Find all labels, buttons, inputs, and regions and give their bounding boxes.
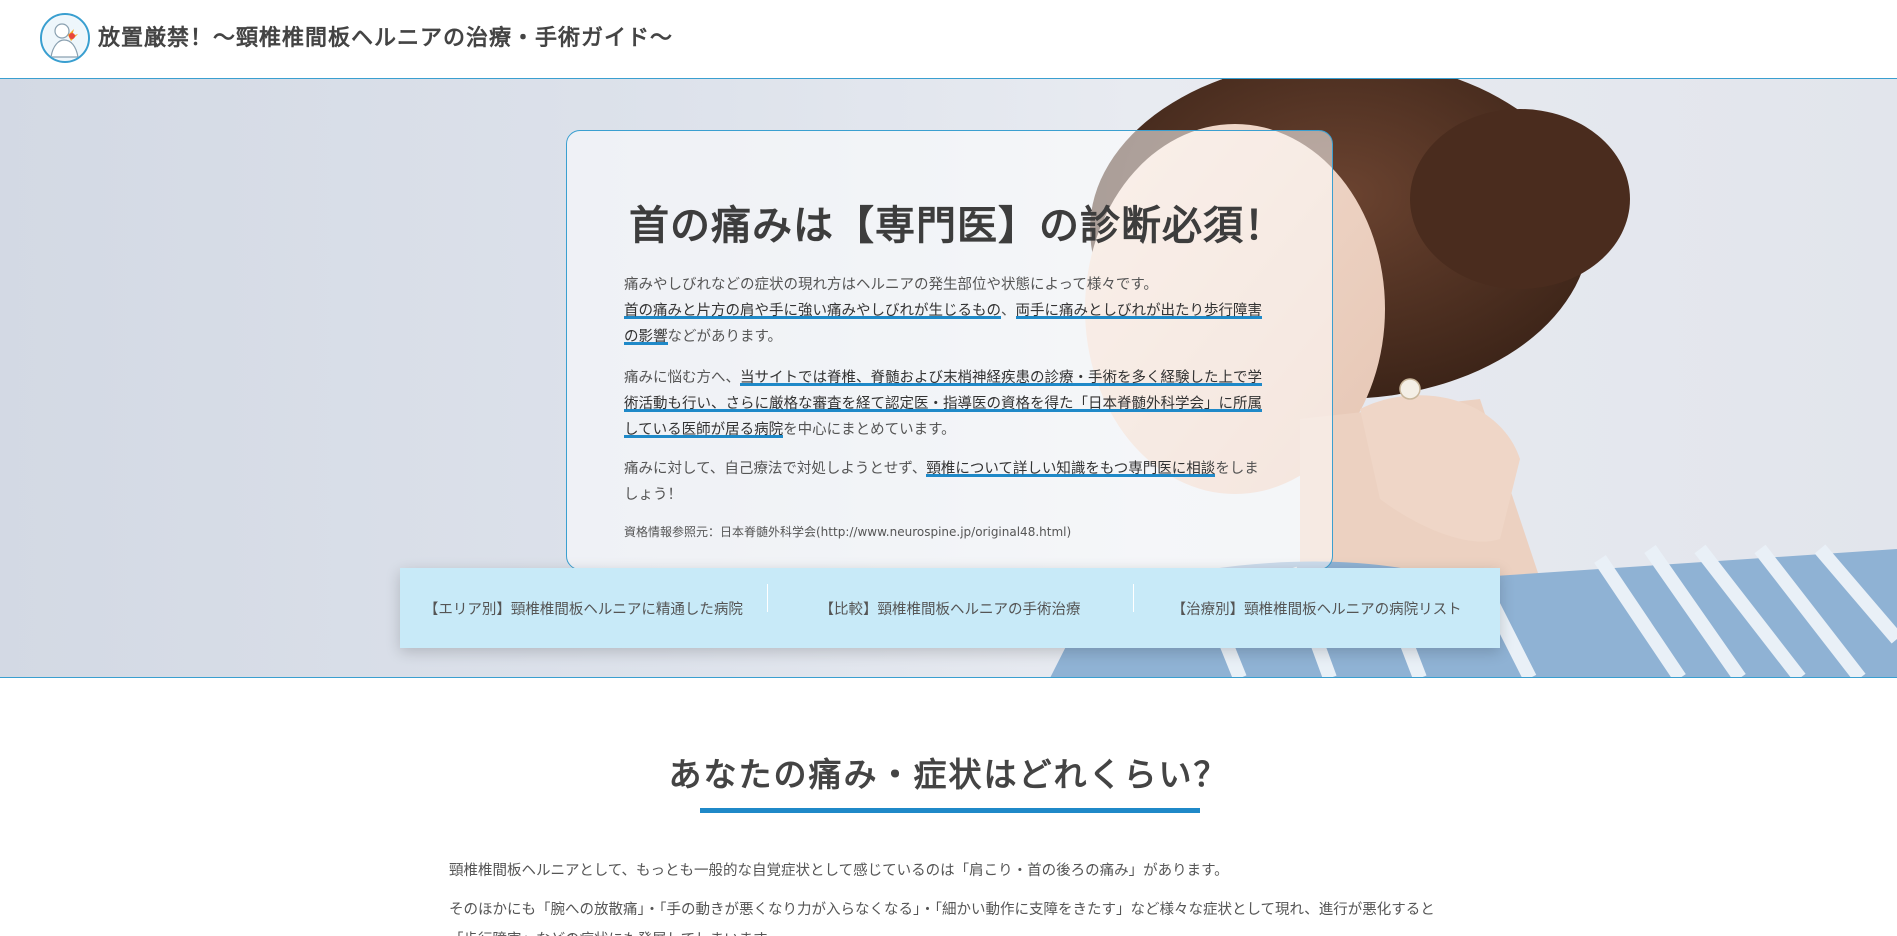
neck-pain-logo-icon[interactable] bbox=[40, 13, 90, 63]
section-paragraph-2: そのほかにも「腕への放散痛」・「手の動きが悪くなり力が入らなくなる」・「細かい動… bbox=[449, 902, 1435, 936]
hero-p1-highlight-1: 首の痛みと片方の肩や手に強い痛みやしびれが生じるもの bbox=[624, 303, 1001, 319]
hero-paragraph-site-policy: 痛みに悩む方へ、当サイトでは脊椎、脊髄および末梢神経疾患の診療・手術を多く経験し… bbox=[624, 365, 1272, 443]
hero-paragraph-symptoms: 痛みやしびれなどの症状の現れ方はヘルニアの発生部位や状態によって様々です。 首の… bbox=[624, 272, 1272, 350]
hero-section: 首の痛みは【専門医】の診断必須！ 痛みやしびれなどの症状の現れ方はヘルニアの発生… bbox=[0, 79, 1897, 678]
site-title[interactable]: 放置厳禁！〜頸椎椎間板ヘルニアの治療・手術ガイド〜 bbox=[98, 20, 673, 52]
section-title-underline bbox=[700, 808, 1200, 813]
hero-intro-card: 首の痛みは【専門医】の診断必須！ 痛みやしびれなどの症状の現れ方はヘルニアの発生… bbox=[566, 130, 1333, 570]
qualification-source-note: 資格情報参照元：日本脊髄外科学会(http://www.neurospine.j… bbox=[624, 525, 1072, 539]
site-header: 放置厳禁！〜頸椎椎間板ヘルニアの治療・手術ガイド〜 bbox=[0, 0, 1897, 79]
hero-p3-text: 痛みに対して、自己療法で対処しようとせず、 bbox=[624, 461, 927, 477]
hero-p1-comma: 、 bbox=[1001, 303, 1016, 319]
nav-link-treatment[interactable]: 【治療別】頸椎椎間板ヘルニアの病院リスト bbox=[1133, 583, 1500, 619]
nav-link-comparison[interactable]: 【比較】頸椎椎間板ヘルニアの手術治療 bbox=[766, 583, 1134, 619]
nav-link-area[interactable]: 【エリア別】頸椎椎間板ヘルニアに精通した病院 bbox=[400, 598, 767, 619]
section-paragraph-1: 頸椎椎間板ヘルニアとして、もっとも一般的な自覚症状として感じているのは「肩こり・… bbox=[449, 863, 1229, 879]
hero-p2-text: 痛みに悩む方へ、 bbox=[624, 370, 740, 386]
hero-p2-tail: を中心にまとめています。 bbox=[783, 422, 956, 438]
hero-nav-bar: 【エリア別】頸椎椎間板ヘルニアに精通した病院 【比較】頸椎椎間板ヘルニアの手術治… bbox=[400, 568, 1500, 648]
hero-title: 首の痛みは【専門医】の診断必須！ bbox=[629, 203, 1285, 249]
hero-p1-tail: などがあります。 bbox=[667, 329, 783, 345]
section-title: あなたの痛み・症状はどれくらい？ bbox=[668, 755, 1229, 794]
hero-p1-text: 痛みやしびれなどの症状の現れ方はヘルニアの発生部位や状態によって様々です。 bbox=[624, 277, 1158, 293]
hero-p3-highlight: 頸椎について詳しい知識をもつ専門医に相談 bbox=[926, 461, 1216, 477]
hero-paragraph-advice: 痛みに対して、自己療法で対処しようとせず、頸椎について詳しい知識をもつ専門医に相… bbox=[624, 456, 1272, 508]
